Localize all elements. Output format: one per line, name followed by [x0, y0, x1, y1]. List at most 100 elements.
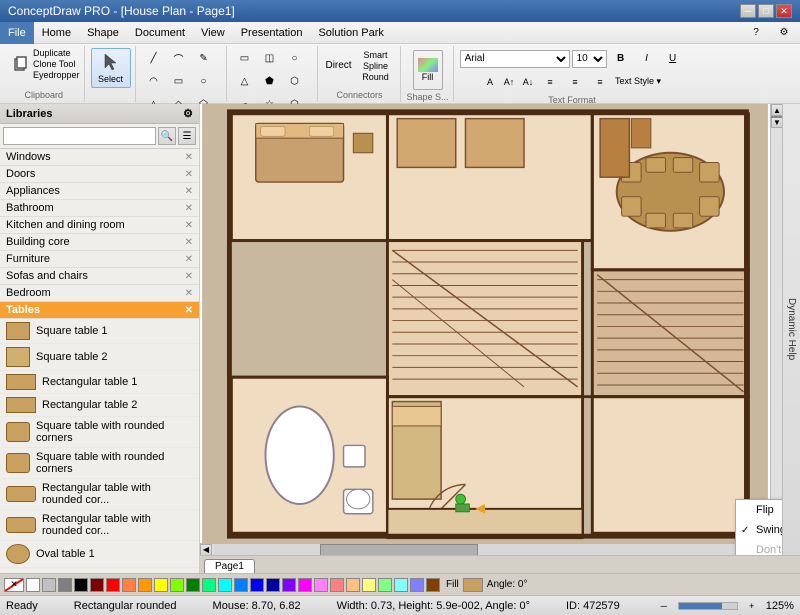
menu-document[interactable]: Document	[127, 22, 193, 44]
h-scrollbar-thumb[interactable]	[320, 544, 478, 556]
v-scrollbar-thumb[interactable]	[771, 116, 782, 118]
color-swatch-8[interactable]	[154, 578, 168, 592]
menu-shape[interactable]: Shape	[79, 22, 127, 44]
freehand-tool[interactable]: ✎	[192, 48, 216, 70]
search-input[interactable]	[3, 127, 156, 145]
color-swatch-2[interactable]	[58, 578, 72, 592]
text-style-btn[interactable]: Text Style ▾	[613, 71, 663, 93]
direct-connector[interactable]: Direct	[324, 55, 354, 77]
search-help-btn[interactable]: ⚙	[772, 22, 796, 44]
align-center[interactable]: ≡	[563, 71, 587, 93]
align-right[interactable]: ≡	[588, 71, 612, 93]
menu-view[interactable]: View	[193, 22, 233, 44]
lib-tables[interactable]: Tables✕	[0, 302, 199, 319]
italic-btn[interactable]: I	[635, 48, 659, 70]
ctx-flip[interactable]: Flip	[736, 500, 782, 520]
color-swatch-14[interactable]	[250, 578, 264, 592]
close-windows[interactable]: ✕	[185, 152, 193, 163]
color-swatch-9[interactable]	[170, 578, 184, 592]
color-swatch-16[interactable]	[282, 578, 296, 592]
maximize-btn[interactable]: □	[758, 4, 774, 18]
lib-windows[interactable]: Windows✕	[0, 149, 199, 166]
shape2[interactable]: ◫	[258, 48, 282, 70]
color-swatch-10[interactable]	[186, 578, 200, 592]
lib-appliances[interactable]: Appliances✕	[0, 183, 199, 200]
color-swatch-1[interactable]	[42, 578, 56, 592]
select-btn[interactable]: Select	[91, 48, 131, 88]
view-toggle-btn[interactable]: ☰	[178, 127, 196, 145]
color-swatch-6[interactable]	[122, 578, 136, 592]
color-swatch-21[interactable]	[362, 578, 376, 592]
h-scroll-track[interactable]	[214, 544, 742, 556]
shape-rect-round-1[interactable]: Rectangular table with rounded cor...	[0, 479, 199, 510]
shape6[interactable]: ⬡	[283, 71, 307, 93]
lib-kitchen[interactable]: Kitchen and dining room✕	[0, 217, 199, 234]
color-swatch-19[interactable]	[330, 578, 344, 592]
underline-btn[interactable]: U	[661, 48, 685, 70]
lib-doors[interactable]: Doors✕	[0, 166, 199, 183]
close-kitchen[interactable]: ✕	[185, 220, 193, 231]
round-connector[interactable]: Round	[356, 72, 396, 82]
color-swatch-18[interactable]	[314, 578, 328, 592]
search-btn[interactable]: 🔍	[158, 127, 176, 145]
color-swatch-3[interactable]	[74, 578, 88, 592]
shape1[interactable]: ▭	[233, 48, 257, 70]
color-swatch-22[interactable]	[378, 578, 392, 592]
shape-sq-round-1[interactable]: Square table with rounded corners	[0, 417, 199, 448]
dynamic-help-panel[interactable]: Dynamic Help	[782, 104, 800, 555]
help-btn[interactable]: ?	[744, 22, 768, 44]
close-bedroom[interactable]: ✕	[185, 288, 193, 299]
color-swatch-12[interactable]	[218, 578, 232, 592]
canvas-area[interactable]: up	[200, 104, 782, 555]
text-size-down[interactable]: A↓	[519, 71, 537, 93]
line-tool[interactable]: ╱	[142, 48, 166, 70]
shape-rect-table-1[interactable]: Rectangular table 1	[0, 371, 199, 394]
font-size-select[interactable]: 10	[572, 50, 607, 68]
duplicate-btn[interactable]	[8, 53, 32, 75]
fill-color[interactable]	[463, 578, 483, 592]
lib-building[interactable]: Building core✕	[0, 234, 199, 251]
shape-sq-round-2[interactable]: Square table with rounded corners	[0, 448, 199, 479]
arc-tool[interactable]: ◠	[142, 71, 166, 93]
close-bathroom[interactable]: ✕	[185, 203, 193, 214]
color-swatch-17[interactable]	[298, 578, 312, 592]
lib-sofas[interactable]: Sofas and chairs✕	[0, 268, 199, 285]
text-size-up[interactable]: A↑	[500, 71, 518, 93]
fill-btn[interactable]: Fill	[413, 50, 443, 90]
shape4[interactable]: △	[233, 71, 257, 93]
color-swatch-4[interactable]	[90, 578, 104, 592]
menu-home[interactable]: Home	[34, 22, 79, 44]
color-swatch-25[interactable]	[426, 578, 440, 592]
sidebar-options-icon[interactable]: ⚙	[183, 107, 193, 120]
color-swatch-5[interactable]	[106, 578, 120, 592]
bold-btn[interactable]: B	[609, 48, 633, 70]
text-color-btn[interactable]: A	[481, 71, 499, 93]
close-btn[interactable]: ✕	[776, 4, 792, 18]
minimize-btn[interactable]: ─	[740, 4, 756, 18]
shape-rect-round-2[interactable]: Rectangular table with rounded cor...	[0, 510, 199, 541]
circle-tool[interactable]: ○	[192, 71, 216, 93]
close-doors[interactable]: ✕	[185, 169, 193, 180]
ctx-dont-show[interactable]: Don't show units	[736, 540, 782, 555]
tab-page1[interactable]: Page1	[204, 559, 255, 573]
align-left[interactable]: ≡	[538, 71, 562, 93]
color-swatch-0[interactable]	[26, 578, 40, 592]
color-swatch-23[interactable]	[394, 578, 408, 592]
zoom-out-btn[interactable]: ─	[656, 598, 672, 614]
font-select[interactable]: Arial	[460, 50, 570, 68]
close-tables[interactable]: ✕	[185, 305, 193, 316]
scroll-left-btn[interactable]: ◀	[200, 544, 212, 556]
shape-rect-table-2[interactable]: Rectangular table 2	[0, 394, 199, 417]
ctx-swing[interactable]: ✓ Swing	[736, 520, 782, 540]
smart-connector[interactable]: Smart	[356, 50, 396, 60]
color-swatch-11[interactable]	[202, 578, 216, 592]
curve-tool[interactable]: ⌒	[167, 48, 191, 70]
shape-oval-table-1[interactable]: Oval table 1	[0, 541, 199, 568]
zoom-in-btn[interactable]: +	[744, 598, 760, 614]
menu-solution-park[interactable]: Solution Park	[310, 22, 391, 44]
color-swatch-13[interactable]	[234, 578, 248, 592]
color-swatch-7[interactable]	[138, 578, 152, 592]
spline-connector[interactable]: Spline	[356, 61, 396, 71]
color-swatch-24[interactable]	[410, 578, 424, 592]
menu-presentation[interactable]: Presentation	[233, 22, 311, 44]
